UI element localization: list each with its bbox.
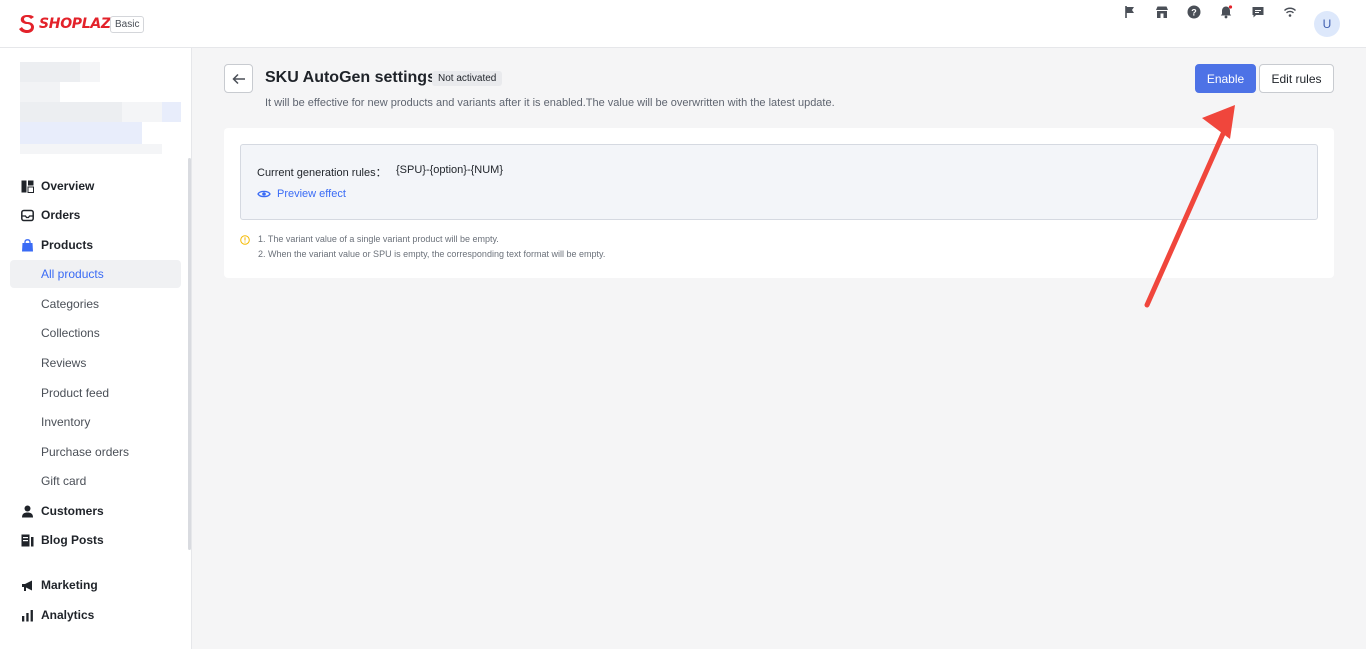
warning-icon [240,235,250,245]
sidebar-scrollbar[interactable] [188,158,191,550]
sidebar-item-label: Inventory [41,415,91,429]
sidebar-item-all-products[interactable]: All products [10,260,181,288]
sidebar-item-products[interactable]: Products [10,231,181,259]
rules-value: {SPU}-{option}-{NUM} [396,164,504,176]
sidebar-item-gift-card[interactable]: Gift card [10,467,181,495]
sidebar-item-label: All products [41,267,104,281]
sidebar-item-label: Blog Posts [41,533,104,547]
bag-icon [20,238,34,252]
megaphone-icon [20,578,34,592]
store-name-placeholder [20,62,80,82]
sidebar-item-blog-posts[interactable]: Blog Posts [10,526,181,554]
top-bar: SHOPLAZZA Basic ? U [0,0,1366,48]
preview-effect-link[interactable]: Preview effect [257,187,346,201]
sidebar-item-marketing[interactable]: Marketing [10,571,181,599]
sidebar-item-label: Categories [41,297,100,311]
sidebar-item-label: Overview [41,179,95,193]
sidebar-item-label: Product feed [41,386,110,400]
sidebar-item-label: Customers [41,504,104,518]
help-icon[interactable]: ? [1185,3,1203,21]
store-name-placeholder [20,144,162,154]
page-title: SKU AutoGen settings [265,69,436,86]
sidebar-item-customers[interactable]: Customers [10,497,181,525]
person-icon [20,504,34,518]
plan-badge: Basic [110,16,145,33]
wifi-icon[interactable] [1281,3,1299,21]
sidebar-item-categories[interactable]: Categories [10,290,181,318]
sidebar-item-label: Analytics [41,608,95,622]
note-line: 2. When the variant value or SPU is empt… [258,249,606,259]
page-subtitle: It will be effective for new products an… [265,97,835,109]
store-name-placeholder [122,102,162,122]
logo-mark-icon [19,15,34,33]
annotation-arrow [1144,105,1235,308]
edit-rules-button[interactable]: Edit rules [1259,64,1334,93]
bar-chart-icon [20,608,34,622]
back-button[interactable] [224,64,253,93]
sidebar-item-collections[interactable]: Collections [10,319,181,347]
flag-icon[interactable] [1121,3,1139,21]
message-icon[interactable] [1249,3,1267,21]
rules-label: Current generation rules： [257,167,387,179]
store-name-placeholder [20,102,122,122]
user-avatar[interactable]: U [1314,11,1340,37]
sidebar-item-orders[interactable]: Orders [10,201,181,229]
store-name-placeholder [20,122,142,144]
sidebar-item-label: Reviews [41,356,87,370]
sidebar-item-product-feed[interactable]: Product feed [10,379,181,407]
preview-effect-label: Preview effect [277,188,346,200]
store-name-placeholder [20,82,60,102]
sidebar-item-inventory[interactable]: Inventory [10,408,181,436]
enable-button[interactable]: Enable [1195,64,1256,93]
sidebar-item-label: Collections [41,326,100,340]
blog-icon [20,533,34,547]
sidebar-item-analytics[interactable]: Analytics [10,601,181,629]
sidebar-item-overview[interactable]: Overview [10,172,181,200]
dashboard-icon [20,179,34,193]
arrow-left-icon [231,73,245,84]
sidebar-item-label: Products [41,238,94,252]
inbox-icon [20,208,34,222]
status-badge: Not activated [432,71,503,86]
sidebar-item-label: Gift card [41,474,87,488]
sidebar-item-label: Orders [41,208,81,222]
bell-icon[interactable] [1217,3,1235,21]
svg-text:?: ? [1191,8,1197,18]
store-icon[interactable] [1153,3,1171,21]
store-name-placeholder [80,62,100,82]
store-name-placeholder [162,102,181,122]
note-line: 1. The variant value of a single variant… [258,234,499,244]
sidebar-item-label: Purchase orders [41,445,130,459]
eye-icon [257,190,271,198]
sidebar-item-label: Marketing [41,578,98,592]
sidebar-item-reviews[interactable]: Reviews [10,349,181,377]
sidebar-item-purchase-orders[interactable]: Purchase orders [10,438,181,466]
